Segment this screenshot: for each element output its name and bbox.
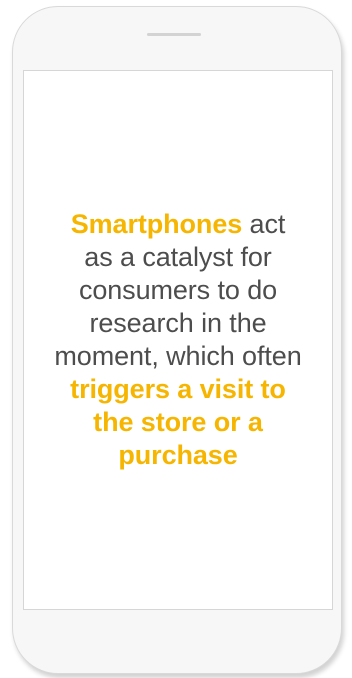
highlight-smartphones: Smartphones bbox=[70, 209, 243, 240]
message-text: Smartphones act as a catalyst for consum… bbox=[53, 208, 303, 472]
highlight-outcome: triggers a visit to the store or a purch… bbox=[70, 373, 286, 470]
phone-frame: Smartphones act as a catalyst for consum… bbox=[12, 6, 342, 674]
phone-speaker bbox=[147, 33, 201, 36]
phone-screen: Smartphones act as a catalyst for consum… bbox=[23, 70, 333, 610]
